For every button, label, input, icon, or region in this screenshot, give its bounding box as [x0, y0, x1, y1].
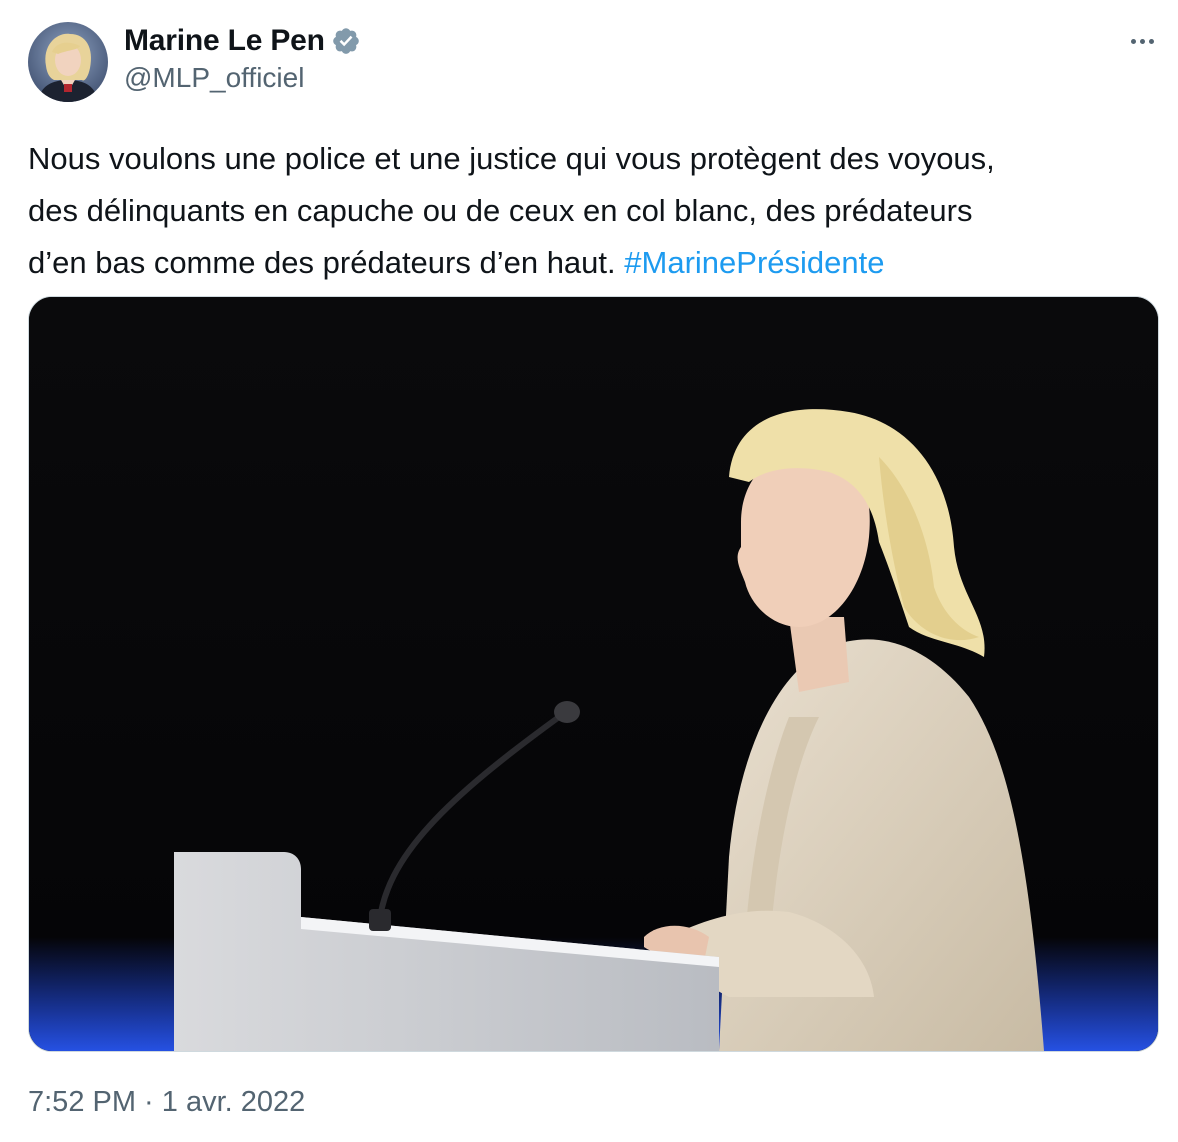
verified-badge-icon	[332, 28, 359, 54]
hashtag-link[interactable]: #MarinePrésidente	[624, 245, 884, 280]
avatar[interactable]	[28, 22, 108, 102]
author-name-row: Marine Le Pen	[124, 24, 361, 58]
display-name[interactable]: Marine Le Pen	[124, 24, 325, 58]
tweet-card: Marine Le Pen @MLP_officiel Nous voulons…	[0, 0, 1178, 1142]
author-handle[interactable]: @MLP_officiel	[124, 62, 304, 94]
more-options-icon[interactable]	[1122, 24, 1162, 58]
tweet-timestamp[interactable]: 7:52 PM · 1 avr. 2022	[28, 1086, 305, 1119]
speaker-at-podium-photo	[29, 297, 1158, 1051]
tweet-text: Nous voulons une police et une justice q…	[28, 133, 1148, 289]
tweet-photo[interactable]	[28, 296, 1159, 1052]
